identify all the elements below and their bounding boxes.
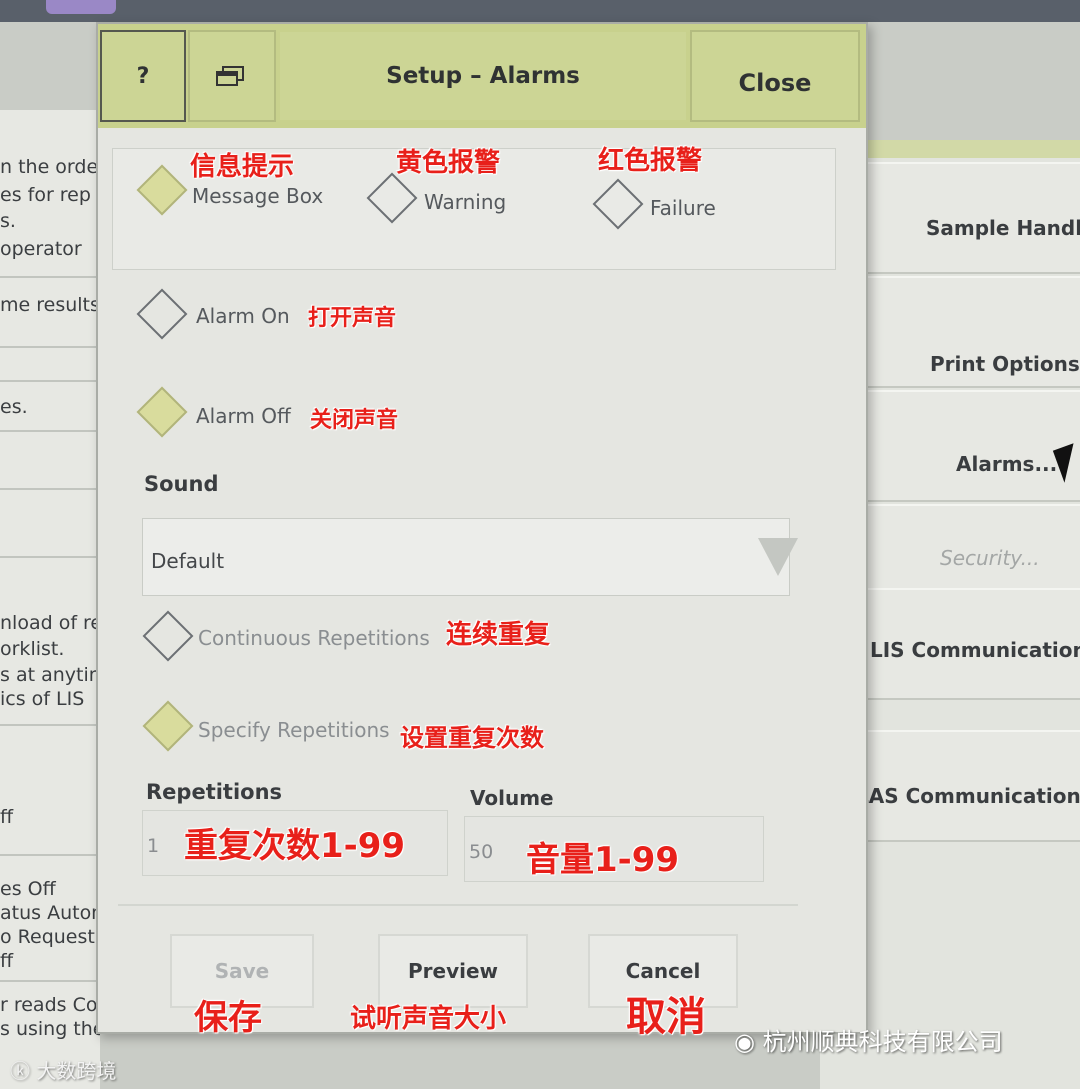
top-tab[interactable]: [46, 0, 116, 14]
volume-annotation: 音量1-99: [526, 840, 680, 880]
preview-button[interactable]: Preview: [378, 934, 528, 1008]
specify-repetitions-radio[interactable]: [142, 700, 194, 752]
continuous-repetitions-radio[interactable]: [142, 610, 194, 662]
background-text: es Off: [0, 878, 56, 900]
background-text: n the orde: [0, 156, 99, 178]
background-text: ics of LIS: [0, 688, 85, 710]
alarm-off-radio[interactable]: [136, 386, 188, 438]
volume-label: Volume: [470, 786, 554, 810]
continuous-repetitions-label: Continuous Repetitions: [198, 626, 430, 650]
menu-print-options-button[interactable]: Print Options..: [838, 276, 1080, 388]
top-strip: [0, 0, 1080, 22]
help-button[interactable]: ?: [100, 30, 186, 122]
repetitions-label: Repetitions: [146, 780, 283, 804]
window-stack-icon: [216, 66, 244, 86]
dialog-title: Setup – Alarms: [278, 30, 688, 122]
save-button-label: Save: [214, 959, 270, 983]
background-text: es for rep: [0, 184, 91, 206]
cancel-button-label: Cancel: [625, 959, 701, 983]
message-box-label: Message Box: [192, 184, 324, 208]
company-watermark: ◉ 杭州顺典科技有限公司: [734, 1022, 1003, 1057]
continuous-repetitions-annotation: 连续重复: [446, 620, 551, 650]
preview-annotation: 试听声音大小: [350, 1004, 507, 1034]
preview-button-label: Preview: [407, 959, 499, 983]
background-text: s using the: [0, 1018, 100, 1040]
background-text: o Request: [0, 926, 95, 948]
background-text: orklist.: [0, 638, 65, 660]
background-text: operator: [0, 238, 82, 260]
specify-repetitions-label: Specify Repetitions: [198, 718, 390, 742]
menu-button-label: Alarms...: [956, 452, 1058, 476]
message-box-annotation: 信息提示: [190, 152, 295, 182]
alarm-on-label: Alarm On: [196, 304, 290, 328]
background-text: atus Automa: [0, 902, 100, 924]
menu-button-label: LAS Communications.: [856, 784, 1080, 808]
alarm-off-annotation: 关闭声音: [310, 408, 399, 433]
warning-label: Warning: [424, 190, 507, 214]
sound-select-value: Default: [151, 549, 225, 573]
wechat-icon: ◉: [734, 1028, 755, 1056]
menu-button-label: Security...: [940, 546, 1040, 570]
help-icon: ?: [136, 63, 150, 89]
source-watermark: ⓚ 大数跨境: [10, 1055, 116, 1084]
background-text: me results: [0, 294, 100, 316]
save-annotation: 保存: [194, 998, 262, 1038]
warning-annotation: 黄色报警: [396, 148, 501, 178]
specify-repetitions-annotation: 设置重复次数: [400, 724, 544, 752]
background-text: s.: [0, 210, 16, 232]
background-text: nload of re: [0, 612, 100, 634]
volume-value: 50: [469, 841, 494, 863]
menu-lis-communications-button[interactable]: LIS Communications: [838, 588, 1080, 700]
background-text: ff: [0, 950, 14, 972]
failure-annotation: 红色报警: [598, 146, 703, 176]
source-watermark-text: 大数跨境: [36, 1059, 117, 1083]
repetitions-value: 1: [147, 835, 160, 857]
alarm-on-annotation: 打开声音: [308, 306, 397, 331]
background-text: r reads Cod: [0, 994, 100, 1016]
repetitions-annotation: 重复次数1-99: [184, 826, 406, 866]
sound-select[interactable]: Default: [142, 518, 790, 596]
company-watermark-text: 杭州顺典科技有限公司: [762, 1028, 1003, 1056]
dialog-title-text: Setup – Alarms: [386, 63, 580, 89]
background-left-window: n the orde es for rep s. operator me res…: [0, 110, 100, 1089]
menu-las-communications-button[interactable]: LAS Communications.: [838, 730, 1080, 842]
background-text: s at anytim: [0, 664, 100, 686]
menu-alarms-button[interactable]: Alarms...: [838, 390, 1080, 502]
background-text: es.: [0, 396, 28, 418]
menu-button-label: Sample Handli: [926, 216, 1080, 240]
setup-alarms-dialog: ? Setup – Alarms Close Message Box 信息提示 …: [96, 22, 868, 1040]
cancel-annotation: 取消: [626, 994, 706, 1040]
close-button[interactable]: Close: [690, 30, 860, 122]
close-button-label: Close: [738, 69, 812, 97]
menu-button-label: Print Options..: [930, 352, 1080, 376]
chevron-down-icon[interactable]: [758, 538, 798, 576]
menu-button-label: LIS Communications: [870, 638, 1080, 662]
background-text: ff: [0, 806, 14, 828]
source-logo-icon: ⓚ: [10, 1059, 30, 1083]
sound-label: Sound: [144, 472, 219, 496]
failure-label: Failure: [650, 196, 716, 220]
alarm-on-radio[interactable]: [136, 288, 188, 340]
window-button[interactable]: [188, 30, 276, 122]
dialog-toolbar: ? Setup – Alarms Close: [98, 24, 866, 128]
menu-sample-handling-button[interactable]: Sample Handli: [838, 162, 1080, 274]
alarm-off-label: Alarm Off: [196, 404, 291, 428]
